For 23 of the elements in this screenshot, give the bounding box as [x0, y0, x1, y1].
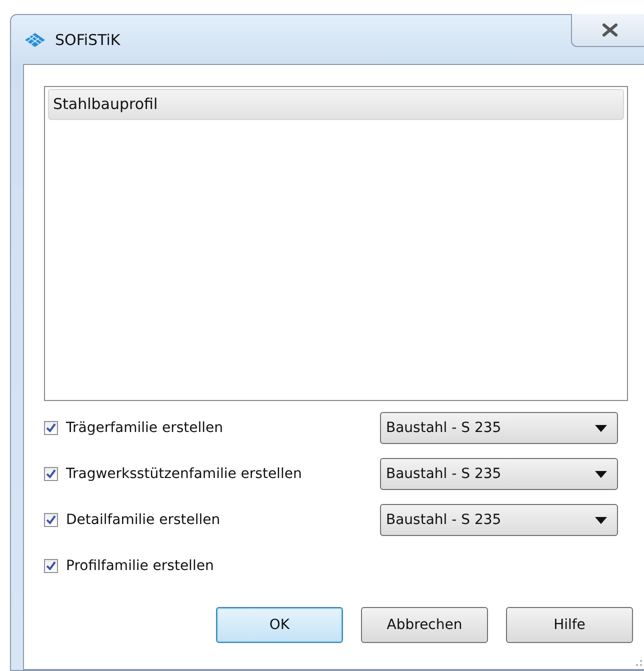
- close-button[interactable]: [571, 14, 644, 47]
- dialog-button[interactable]: Abbrechen: [361, 607, 488, 643]
- checkbox-label[interactable]: Detailfamilie erstellen: [66, 512, 220, 528]
- dialog-button[interactable]: Hilfe: [506, 607, 633, 643]
- checkbox[interactable]: [44, 421, 58, 435]
- window-title: SOFiSTiK: [55, 30, 120, 48]
- checkbox-label[interactable]: Trägerfamilie erstellen: [66, 420, 223, 436]
- close-icon: [600, 23, 620, 37]
- material-dropdown[interactable]: Baustahl - S 235: [380, 504, 618, 536]
- checkbox-label[interactable]: Profilfamilie erstellen: [66, 558, 214, 574]
- checkbox[interactable]: [44, 513, 58, 527]
- dialog-button[interactable]: OK: [216, 607, 343, 643]
- dropdown-arrow-icon: [595, 424, 607, 432]
- list-box[interactable]: Stahlbauprofil: [44, 86, 628, 401]
- checkbox-label[interactable]: Tragwerksstützenfamilie erstellen: [66, 466, 302, 482]
- logo-icon: [23, 32, 47, 48]
- material-dropdown[interactable]: Baustahl - S 235: [380, 458, 618, 490]
- material-dropdown[interactable]: Baustahl - S 235: [380, 412, 618, 444]
- dropdown-arrow-icon: [595, 470, 607, 478]
- dropdown-arrow-icon: [595, 516, 607, 524]
- checkbox[interactable]: [44, 559, 58, 573]
- checkbox[interactable]: [44, 467, 58, 481]
- list-item[interactable]: Stahlbauprofil: [48, 89, 624, 120]
